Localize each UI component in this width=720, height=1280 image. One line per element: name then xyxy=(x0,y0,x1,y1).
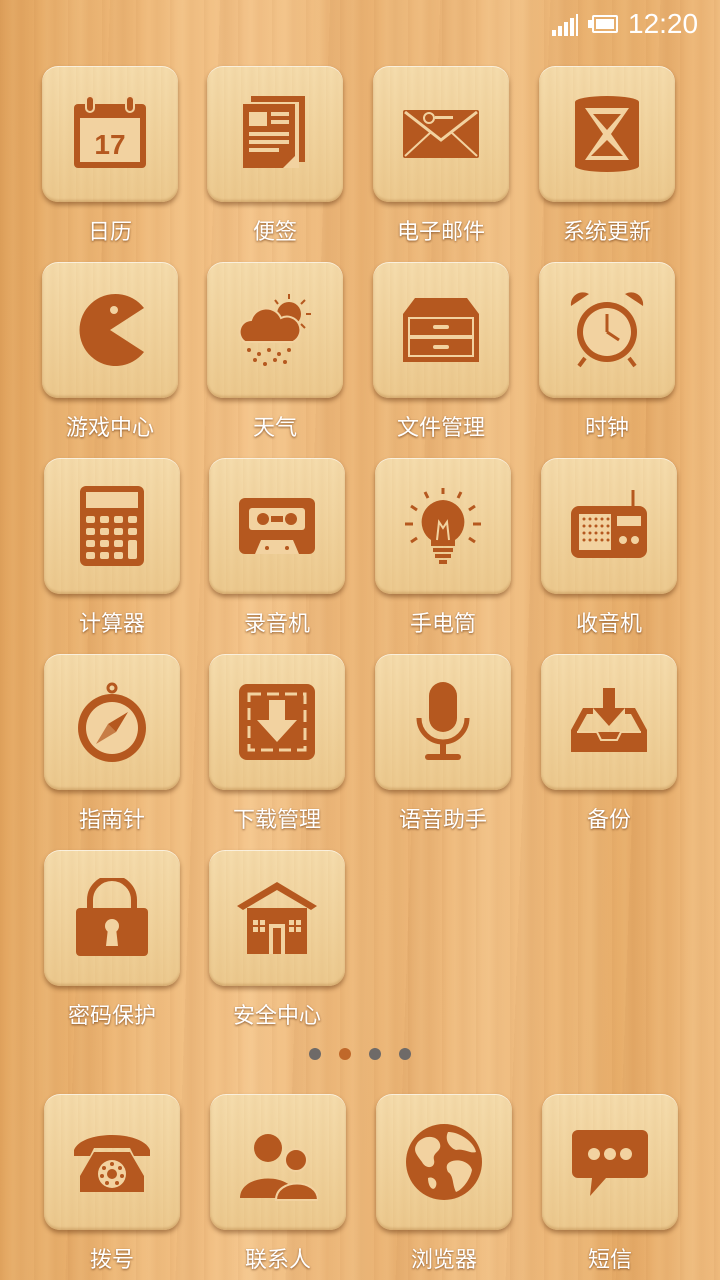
app-backup[interactable]: 备份 xyxy=(539,654,679,834)
app-compass[interactable]: 指南针 xyxy=(42,654,182,834)
app-email[interactable]: 电子邮件 xyxy=(371,66,511,246)
calendar-icon: 17 xyxy=(74,95,146,168)
dock-dialer[interactable]: 拨号 xyxy=(42,1094,182,1274)
app-label: 收音机 xyxy=(575,612,642,637)
page-indicator[interactable] xyxy=(0,1048,720,1062)
page-dot[interactable] xyxy=(369,1048,381,1060)
app-label: 下载管理 xyxy=(232,808,321,833)
app-tile[interactable] xyxy=(44,1094,180,1230)
app-clock[interactable]: 时钟 xyxy=(537,262,677,442)
app-calculator[interactable]: 计算器 xyxy=(42,458,182,638)
app-download-manager[interactable]: 下载管理 xyxy=(207,654,347,834)
app-radio[interactable]: 收音机 xyxy=(539,458,679,638)
status-time: 12:20 xyxy=(628,8,699,39)
app-label: 拨号 xyxy=(89,1248,134,1273)
app-label: 短信 xyxy=(587,1248,632,1273)
app-label: 联系人 xyxy=(244,1248,311,1273)
app-tile[interactable] xyxy=(44,850,180,986)
dock-messages[interactable]: 短信 xyxy=(540,1094,680,1274)
download-icon xyxy=(239,684,315,760)
app-calendar[interactable]: 17 日历 xyxy=(40,66,180,246)
telephone-icon xyxy=(74,1135,150,1192)
radio-icon xyxy=(571,490,647,558)
app-label: 系统更新 xyxy=(562,220,651,245)
hourglass-icon xyxy=(575,96,639,172)
app-recorder[interactable]: 录音机 xyxy=(207,458,347,638)
app-label: 语音助手 xyxy=(398,808,487,833)
page-dot-active[interactable] xyxy=(339,1048,351,1060)
app-game-center[interactable]: 游戏中心 xyxy=(40,262,180,442)
app-tile[interactable] xyxy=(42,262,178,398)
app-label: 手电筒 xyxy=(409,612,476,637)
app-tile[interactable] xyxy=(541,458,677,594)
app-tile[interactable] xyxy=(207,262,343,398)
pacman-icon xyxy=(79,294,144,366)
app-label: 便签 xyxy=(252,220,297,245)
app-tile[interactable] xyxy=(539,262,675,398)
weather-icon xyxy=(238,294,311,366)
app-system-update[interactable]: 系统更新 xyxy=(537,66,677,246)
email-icon xyxy=(403,110,479,158)
app-label: 密码保护 xyxy=(67,1004,156,1029)
app-label: 文件管理 xyxy=(396,416,485,441)
app-tile[interactable] xyxy=(209,654,345,790)
status-bar: 12:20 xyxy=(0,0,720,50)
padlock-icon xyxy=(76,878,148,956)
app-label: 指南针 xyxy=(78,808,145,833)
app-label: 计算器 xyxy=(78,612,145,637)
app-tile[interactable] xyxy=(541,654,677,790)
globe-icon xyxy=(406,1124,482,1200)
app-weather[interactable]: 天气 xyxy=(205,262,345,442)
app-tile[interactable] xyxy=(375,654,511,790)
cassette-icon xyxy=(239,498,315,554)
dock-browser[interactable]: 浏览器 xyxy=(374,1094,514,1274)
calendar-day: 17 xyxy=(94,129,125,160)
app-label: 电子邮件 xyxy=(396,220,485,245)
app-tile[interactable] xyxy=(539,66,675,202)
app-security-center[interactable]: 安全中心 xyxy=(207,850,347,1030)
app-file-manager[interactable]: 文件管理 xyxy=(371,262,511,442)
inbox-icon xyxy=(571,688,647,752)
app-tile[interactable] xyxy=(209,850,345,986)
app-label: 日历 xyxy=(87,220,132,245)
page-dot[interactable] xyxy=(309,1048,321,1060)
dock-contacts[interactable]: 联系人 xyxy=(208,1094,348,1274)
app-tile[interactable] xyxy=(376,1094,512,1230)
app-tile[interactable] xyxy=(373,262,509,398)
app-tile[interactable]: 17 xyxy=(42,66,178,202)
app-tile[interactable] xyxy=(210,1094,346,1230)
app-tile[interactable] xyxy=(373,66,509,202)
app-label: 天气 xyxy=(252,416,297,441)
app-password-protect[interactable]: 密码保护 xyxy=(42,850,182,1030)
lightbulb-icon xyxy=(405,488,481,564)
app-tile[interactable] xyxy=(209,458,345,594)
compass-icon xyxy=(78,682,146,762)
signal-icon xyxy=(552,14,578,36)
app-label: 游戏中心 xyxy=(65,416,154,441)
app-label: 安全中心 xyxy=(232,1004,321,1029)
calculator-icon xyxy=(80,486,144,566)
house-icon xyxy=(237,882,317,954)
battery-icon xyxy=(588,15,620,35)
app-label: 浏览器 xyxy=(410,1248,477,1273)
app-label: 录音机 xyxy=(243,612,310,637)
app-label: 备份 xyxy=(586,808,631,833)
app-voice-assistant[interactable]: 语音助手 xyxy=(373,654,513,834)
app-label: 时钟 xyxy=(584,416,629,441)
app-tile[interactable] xyxy=(207,66,343,202)
app-tile[interactable] xyxy=(44,458,180,594)
notes-icon xyxy=(243,96,305,168)
app-tile[interactable] xyxy=(375,458,511,594)
message-bubble-icon xyxy=(572,1130,648,1196)
microphone-icon xyxy=(416,682,470,760)
app-tile[interactable] xyxy=(542,1094,678,1230)
drawer-icon xyxy=(403,298,479,362)
app-notes[interactable]: 便签 xyxy=(205,66,345,246)
alarm-clock-icon xyxy=(570,292,644,368)
contacts-icon xyxy=(240,1134,318,1201)
page-dot[interactable] xyxy=(399,1048,411,1060)
app-tile[interactable] xyxy=(44,654,180,790)
app-flashlight[interactable]: 手电筒 xyxy=(373,458,513,638)
